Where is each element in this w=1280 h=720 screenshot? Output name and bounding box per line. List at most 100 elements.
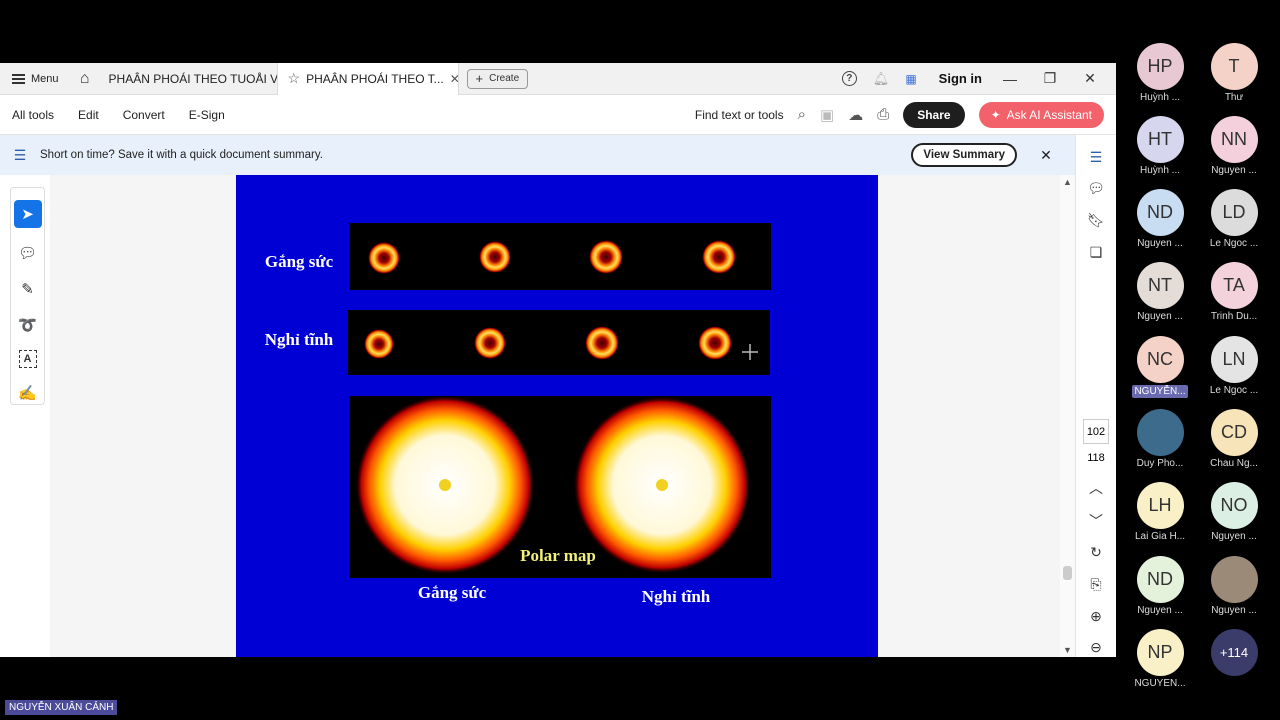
- participant-tile[interactable]: +114: [1194, 629, 1274, 678]
- total-pages: 118: [1087, 451, 1105, 464]
- scroll-thumb[interactable]: [1063, 566, 1072, 580]
- apps-icon[interactable]: ▦: [905, 72, 916, 86]
- avatar: NP: [1136, 629, 1184, 676]
- participant-tile[interactable]: NC NGUYỄN...: [1120, 336, 1200, 403]
- sign-in-button[interactable]: Sign in: [939, 71, 982, 86]
- participant-name: Nguyen ...: [1137, 605, 1183, 616]
- page-extract-icon[interactable]: ⎘: [1086, 575, 1106, 594]
- zoom-out-icon[interactable]: ⊖: [1086, 638, 1106, 657]
- save-icon[interactable]: ▣: [820, 106, 834, 124]
- rest-slice-2: [474, 327, 506, 359]
- participant-tile[interactable]: LN Le Ngoc ...: [1194, 336, 1274, 396]
- participant-name: Le Ngoc ...: [1209, 385, 1259, 396]
- ai-icon: ✦: [990, 107, 1001, 122]
- edit-button[interactable]: Edit: [66, 108, 111, 122]
- right-panel: ☰ 💬︎ 🔖︎ ❏ 102 118 ︿ ﹀ ↻ ⎘ ⊕ ⊖: [1075, 135, 1116, 657]
- close-tab-icon[interactable]: ✕: [450, 72, 458, 86]
- avatar: CD: [1210, 409, 1258, 456]
- bookmark-icon[interactable]: 🔖︎: [1086, 211, 1106, 230]
- avatar: T: [1210, 43, 1258, 90]
- stress-slice-2: [479, 241, 511, 273]
- rest-slice-3: [585, 326, 619, 360]
- rest-slice-1: [364, 329, 394, 359]
- home-icon[interactable]: ⌂: [71, 63, 99, 95]
- avatar: ND: [1136, 189, 1184, 236]
- chevron-up-icon[interactable]: ︿: [1086, 478, 1106, 498]
- pages-icon[interactable]: ❏: [1086, 243, 1106, 262]
- tab-bar: Menu ⌂ PHAÂN PHOÁI THEO TUOÅI VA... ☆ PH…: [0, 63, 1116, 95]
- stress-slice-4: [702, 240, 736, 274]
- participant-tile[interactable]: ND Nguyen ...: [1120, 556, 1200, 616]
- summary-panel-icon[interactable]: ☰: [1086, 148, 1106, 167]
- caption-rest: Nghỉ tĩnh: [642, 587, 711, 606]
- restore-icon[interactable]: ❐: [1038, 70, 1062, 87]
- participant-tile[interactable]: NO Nguyen ...: [1194, 482, 1274, 542]
- current-page-input[interactable]: 102: [1083, 419, 1109, 444]
- avatar: HT: [1136, 116, 1184, 163]
- participant-tile[interactable]: Nguyen ...: [1194, 556, 1274, 616]
- print-icon[interactable]: ⎙: [877, 106, 889, 123]
- document-area: Gắng sức Nghỉ tĩnh Polar map Gắng sức Ng…: [50, 175, 1060, 657]
- participant-tile[interactable]: CD Chau Ng...: [1194, 409, 1274, 469]
- chevron-down-icon[interactable]: ﹀: [1086, 511, 1106, 531]
- find-tools-label[interactable]: Find text or tools: [695, 108, 784, 122]
- participant-name: NGUYỄN...: [1132, 385, 1188, 398]
- vertical-scrollbar[interactable]: ▲ ▼: [1060, 175, 1075, 657]
- select-cursor-icon[interactable]: ➤: [13, 200, 42, 228]
- esign-button[interactable]: E-Sign: [177, 108, 237, 122]
- participants-panel: HP Huỳnh ... T Thư HT Huỳnh ... NN Nguyen ... ND…: [1116, 0, 1280, 720]
- participant-name: Nguyen ...: [1211, 531, 1257, 542]
- close-banner-icon[interactable]: ✕: [1017, 147, 1075, 164]
- participant-name: Trinh Du...: [1210, 311, 1258, 322]
- participant-name: Lai Gia H...: [1134, 531, 1186, 542]
- highlight-pen-icon[interactable]: ✎: [14, 278, 42, 300]
- bell-icon[interactable]: 🔔︎: [873, 71, 890, 87]
- participant-name: Nguyen ...: [1211, 605, 1257, 616]
- close-window-icon[interactable]: ✕: [1078, 70, 1102, 87]
- scroll-down-icon[interactable]: ▼: [1063, 645, 1072, 655]
- minimize-icon[interactable]: —: [998, 71, 1022, 87]
- rotate-icon[interactable]: ↻: [1086, 544, 1106, 563]
- participant-tile[interactable]: LH Lai Gia H...: [1120, 482, 1200, 542]
- create-label: Create: [489, 73, 520, 84]
- all-tools-button[interactable]: All tools: [0, 108, 66, 122]
- search-icon[interactable]: ⌕: [798, 106, 806, 123]
- share-button[interactable]: Share: [903, 101, 965, 128]
- menu-button[interactable]: Menu: [0, 63, 71, 95]
- sign-icon[interactable]: ✍: [14, 382, 42, 404]
- participant-tile[interactable]: TA Trinh Du...: [1194, 262, 1274, 322]
- convert-button[interactable]: Convert: [111, 108, 177, 122]
- zoom-in-icon[interactable]: ⊕: [1086, 607, 1106, 626]
- tab-document-2[interactable]: ☆ PHAÂN PHOÁI THEO T... ✕: [276, 63, 459, 95]
- participant-tile[interactable]: NT Nguyen ...: [1120, 262, 1200, 322]
- create-button[interactable]: + Create: [466, 68, 529, 89]
- avatar: +114: [1210, 629, 1258, 676]
- tab-document-1[interactable]: PHAÂN PHOÁI THEO TUOÅI VA...: [99, 63, 277, 95]
- avatar: LN: [1210, 336, 1258, 383]
- participant-tile[interactable]: T Thư: [1194, 43, 1274, 103]
- participant-tile[interactable]: LD Le Ngoc ...: [1194, 189, 1274, 249]
- participant-name: Nguyen ...: [1137, 238, 1183, 249]
- participant-tile[interactable]: HT Huỳnh ...: [1120, 116, 1200, 176]
- upload-cloud-icon[interactable]: ☁: [848, 106, 863, 124]
- text-select-icon[interactable]: A: [18, 350, 37, 368]
- polar-center-rest: [656, 479, 668, 491]
- avatar: NN: [1210, 116, 1258, 163]
- avatar: HP: [1136, 43, 1184, 90]
- ask-ai-assistant-button[interactable]: ✦ Ask AI Assistant: [978, 101, 1104, 128]
- comment-icon[interactable]: 💬︎: [14, 242, 42, 264]
- participant-tile[interactable]: NP NGUYEN...: [1120, 629, 1200, 689]
- participant-tile[interactable]: Duy Pho...: [1120, 409, 1200, 469]
- star-icon[interactable]: ☆: [288, 70, 301, 87]
- participant-name: Duy Pho...: [1136, 458, 1184, 469]
- view-summary-button[interactable]: View Summary: [911, 143, 1017, 167]
- participant-tile[interactable]: NN Nguyen ...: [1194, 116, 1274, 176]
- comments-icon[interactable]: 💬︎: [1086, 180, 1106, 199]
- tab-document-1-label: PHAÂN PHOÁI THEO TUOÅI VA...: [108, 71, 277, 86]
- scroll-up-icon[interactable]: ▲: [1060, 177, 1075, 187]
- participant-tile[interactable]: ND Nguyen ...: [1120, 189, 1200, 249]
- summary-icon: ☰: [13, 146, 27, 163]
- participant-tile[interactable]: HP Huỳnh ...: [1120, 43, 1200, 103]
- lasso-icon[interactable]: ➰: [14, 314, 42, 336]
- help-icon[interactable]: ?: [841, 71, 857, 86]
